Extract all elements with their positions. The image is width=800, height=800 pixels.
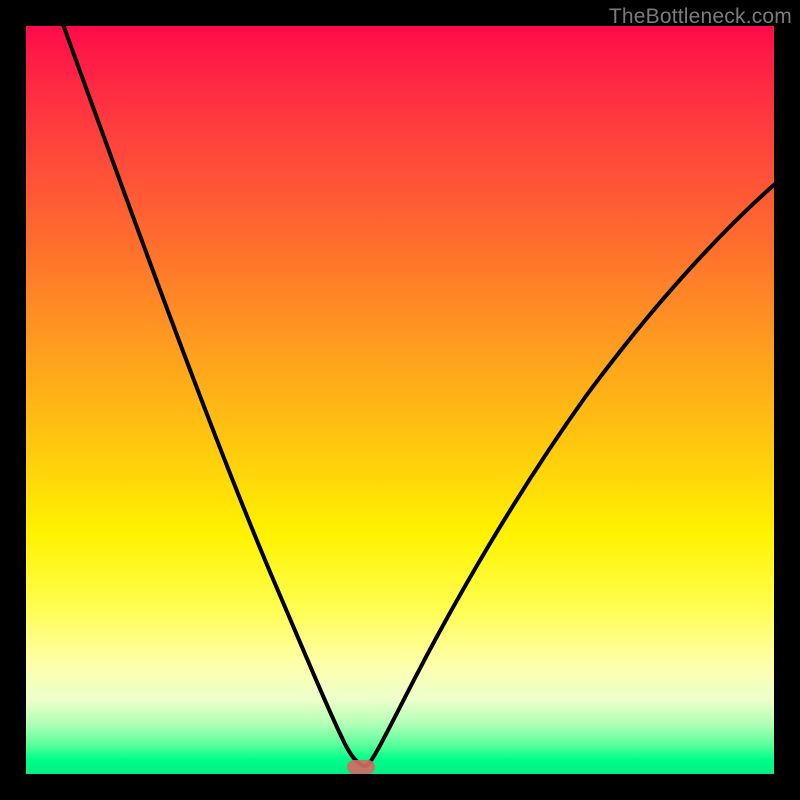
- bottleneck-curve: [26, 26, 774, 774]
- minimum-marker: [347, 760, 375, 774]
- curve-path: [60, 26, 774, 766]
- watermark-text: TheBottleneck.com: [609, 5, 792, 29]
- chart-frame: TheBottleneck.com: [0, 0, 800, 800]
- plot-area: [26, 26, 774, 774]
